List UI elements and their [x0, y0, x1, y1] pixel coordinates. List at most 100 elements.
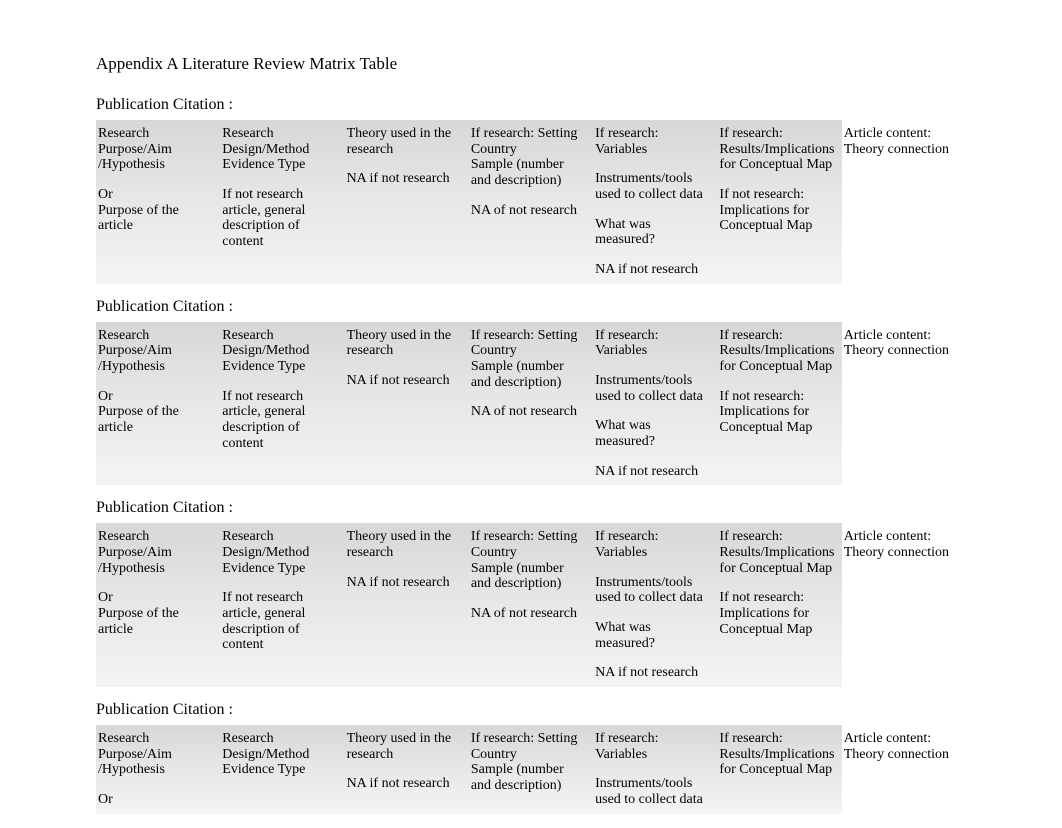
cell-text: Instruments/tools used to collect data [595, 171, 711, 202]
cell-text: If research: Results/Implications for Co… [719, 529, 835, 576]
col-design: Research Design/Method Evidence Type If … [220, 523, 344, 687]
cell-text: NA if not research [595, 464, 711, 480]
cell-text: Research Design/Method Evidence Type [222, 529, 338, 576]
cell-text: Research Design/Method Evidence Type [222, 126, 338, 173]
cell-text: Sample (number and description) [471, 359, 587, 390]
col-theory: Theory used in the research NA if not re… [345, 523, 469, 687]
citation-label: Publication Citation : [96, 96, 966, 114]
cell-text: If not research: Implications for Concep… [719, 187, 835, 234]
table-row: Research Purpose/Aim /Hypothesis Or Purp… [96, 322, 966, 486]
cell-text: NA of not research [471, 203, 587, 219]
cell-text: If research: Setting Country [471, 328, 587, 359]
col-results: If research: Results/Implications for Co… [717, 322, 841, 486]
cell-text: What was measured? [595, 620, 711, 651]
col-variables: If research: Variables Instruments/tools… [593, 523, 717, 687]
cell-text: NA if not research [347, 373, 463, 389]
cell-text: If research: Variables [595, 126, 711, 157]
cell-text: If research: Results/Implications for Co… [719, 731, 835, 778]
cell-text: Or [98, 389, 214, 405]
cell-text: If research: Setting Country [471, 529, 587, 560]
citation-label: Publication Citation : [96, 499, 966, 517]
matrix-table: Research Purpose/Aim /Hypothesis Or Purp… [96, 523, 966, 687]
cell-text: Theory used in the research [347, 126, 463, 157]
cell-text: If research: Variables [595, 731, 711, 762]
cell-text: Research Purpose/Aim /Hypothesis [98, 731, 214, 778]
cell-text: Instruments/tools used to collect data [595, 575, 711, 606]
cell-text: NA if not research [347, 171, 463, 187]
cell-text: If research: Setting Country [471, 126, 587, 157]
page-title: Appendix A Literature Review Matrix Tabl… [96, 54, 966, 74]
col-purpose: Research Purpose/Aim /Hypothesis Or Purp… [96, 523, 220, 687]
col-results: If research: Results/Implications for Co… [717, 523, 841, 687]
cell-text: Sample (number and description) [471, 561, 587, 592]
cell-text: Purpose of the article [98, 606, 214, 637]
cell-text: NA if not research [595, 262, 711, 278]
matrix-table: Research Purpose/Aim /Hypothesis Or Purp… [96, 322, 966, 486]
table-row: Research Purpose/Aim /Hypothesis Or Rese… [96, 725, 966, 814]
col-theory: Theory used in the research NA if not re… [345, 120, 469, 284]
col-setting: If research: Setting Country Sample (num… [469, 322, 593, 486]
cell-text: What was measured? [595, 217, 711, 248]
cell-text: If research: Variables [595, 529, 711, 560]
col-setting: If research: Setting Country Sample (num… [469, 523, 593, 687]
cell-text: Article content: Theory connection [844, 731, 960, 762]
col-theory: Theory used in the research NA if not re… [345, 725, 469, 814]
cell-text: If research: Variables [595, 328, 711, 359]
col-article-content: Article content: Theory connection [842, 523, 966, 687]
col-purpose: Research Purpose/Aim /Hypothesis Or [96, 725, 220, 814]
col-variables: If research: Variables Instruments/tools… [593, 725, 717, 814]
cell-text: Article content: Theory connection [844, 126, 960, 157]
cell-text: If research: Results/Implications for Co… [719, 126, 835, 173]
cell-text: NA if not research [595, 665, 711, 681]
table-row: Research Purpose/Aim /Hypothesis Or Purp… [96, 523, 966, 687]
cell-text: If not research article, general descrip… [222, 187, 338, 250]
col-design: Research Design/Method Evidence Type If … [220, 322, 344, 486]
cell-text: NA of not research [471, 606, 587, 622]
cell-text: If research: Setting Country [471, 731, 587, 762]
cell-text: Research Purpose/Aim /Hypothesis [98, 328, 214, 375]
col-design: Research Design/Method Evidence Type If … [220, 120, 344, 284]
cell-text: NA if not research [347, 776, 463, 792]
cell-text: NA if not research [347, 575, 463, 591]
cell-text: Purpose of the article [98, 404, 214, 435]
col-setting: If research: Setting Country Sample (num… [469, 725, 593, 814]
cell-text: Purpose of the article [98, 203, 214, 234]
col-article-content: Article content: Theory connection [842, 725, 966, 814]
col-design: Research Design/Method Evidence Type [220, 725, 344, 814]
cell-text: Sample (number and description) [471, 762, 587, 793]
col-setting: If research: Setting Country Sample (num… [469, 120, 593, 284]
cell-text: If research: Results/Implications for Co… [719, 328, 835, 375]
cell-text: If not research: Implications for Concep… [719, 389, 835, 436]
cell-text: Theory used in the research [347, 529, 463, 560]
cell-text: Or [98, 187, 214, 203]
cell-text: Research Design/Method Evidence Type [222, 328, 338, 375]
col-article-content: Article content: Theory connection [842, 322, 966, 486]
cell-text: Instruments/tools used to collect data [595, 373, 711, 404]
cell-text: Theory used in the research [347, 731, 463, 762]
cell-text: Sample (number and description) [471, 157, 587, 188]
col-purpose: Research Purpose/Aim /Hypothesis Or Purp… [96, 120, 220, 284]
cell-text: Research Purpose/Aim /Hypothesis [98, 126, 214, 173]
cell-text: Article content: Theory connection [844, 328, 960, 359]
cell-text: If not research article, general descrip… [222, 590, 338, 653]
cell-text: Instruments/tools used to collect data [595, 776, 711, 807]
cell-text: Research Purpose/Aim /Hypothesis [98, 529, 214, 576]
page: Appendix A Literature Review Matrix Tabl… [0, 0, 1062, 814]
cell-text: Or [98, 792, 214, 808]
matrix-table: Research Purpose/Aim /Hypothesis Or Purp… [96, 120, 966, 284]
col-variables: If research: Variables Instruments/tools… [593, 322, 717, 486]
col-theory: Theory used in the research NA if not re… [345, 322, 469, 486]
col-purpose: Research Purpose/Aim /Hypothesis Or Purp… [96, 322, 220, 486]
cell-text: If not research article, general descrip… [222, 389, 338, 452]
cell-text: If not research: Implications for Concep… [719, 590, 835, 637]
matrix-table: Research Purpose/Aim /Hypothesis Or Rese… [96, 725, 966, 814]
table-row: Research Purpose/Aim /Hypothesis Or Purp… [96, 120, 966, 284]
col-results: If research: Results/Implications for Co… [717, 120, 841, 284]
cell-text: NA of not research [471, 404, 587, 420]
cell-text: Or [98, 590, 214, 606]
citation-label: Publication Citation : [96, 298, 966, 316]
cell-text: Theory used in the research [347, 328, 463, 359]
cell-text: Article content: Theory connection [844, 529, 960, 560]
col-article-content: Article content: Theory connection [842, 120, 966, 284]
col-variables: If research: Variables Instruments/tools… [593, 120, 717, 284]
